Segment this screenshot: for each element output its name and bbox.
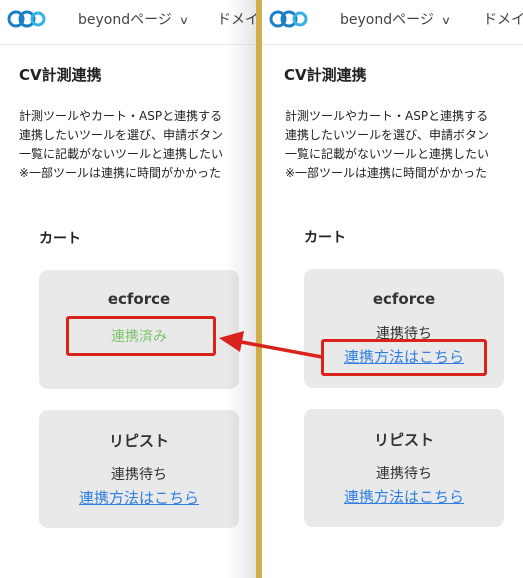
top-navigation-bar: beyondページ ∨ ドメイ	[0, 0, 256, 45]
page-description: 計測ツールやカート・ASPと連携する 連携したいツールを選び、申請ボタン 一覧に…	[19, 107, 223, 183]
domain-menu[interactable]: ドメイ	[483, 9, 523, 29]
page-title: CV計測連携	[19, 66, 102, 84]
beyond-page-menu[interactable]: beyondページ ∨	[78, 9, 190, 29]
description-line: ※一部ツールは連携に時間がかかった	[19, 166, 222, 180]
tool-card-name: リピスト	[108, 432, 169, 450]
highlight-box	[321, 339, 487, 376]
section-title-cart: カート	[304, 230, 346, 246]
page-title: CV計測連携	[284, 66, 367, 84]
description-line: 計測ツールやカート・ASPと連携する	[19, 109, 223, 123]
status-text: 連携待ち	[376, 466, 432, 482]
description-line: ※一部ツールは連携に時間がかかった	[285, 166, 488, 180]
description-line: 連携したいツールを選び、申請ボタン	[19, 128, 224, 142]
top-navigation-bar: beyondページ ∨ ドメイ	[262, 0, 523, 45]
tool-card-repeatist: リピスト 連携待ち 連携方法はこちら	[304, 409, 504, 527]
description-line: 計測ツールやカート・ASPと連携する	[285, 109, 489, 123]
description-line: 一覧に記載がないツールと連携したい	[285, 147, 490, 161]
description-line: 一覧に記載がないツールと連携したい	[19, 147, 224, 161]
infinity-logo-icon[interactable]	[268, 7, 308, 31]
page-description: 計測ツールやカート・ASPと連携する 連携したいツールを選び、申請ボタン 一覧に…	[285, 107, 489, 183]
beyond-page-menu-label: beyondページ	[78, 12, 172, 28]
infinity-logo-icon[interactable]	[6, 7, 46, 31]
tool-card-repeatist: リピスト 連携待ち 連携方法はこちら	[39, 410, 239, 528]
domain-menu-label: ドメイ	[217, 12, 256, 28]
description-line: 連携したいツールを選び、申請ボタン	[285, 128, 490, 142]
left-panel-after: beyondページ ∨ ドメイ CV計測連携 計測ツールやカート・ASPと連携する…	[0, 0, 256, 578]
integration-guide-link[interactable]: 連携方法はこちら	[304, 486, 504, 507]
beyond-page-menu[interactable]: beyondページ ∨	[340, 9, 452, 29]
chevron-down-icon: ∨	[440, 14, 452, 27]
tool-card-name: ecforce	[372, 290, 436, 308]
status-text: 連携待ち	[111, 467, 167, 483]
tool-card-name: ecforce	[107, 290, 171, 308]
highlight-box	[66, 316, 216, 356]
beyond-page-menu-label: beyondページ	[340, 12, 434, 28]
section-title-cart: カート	[39, 231, 81, 247]
domain-menu[interactable]: ドメイ	[217, 9, 256, 29]
tool-card-name: リピスト	[373, 431, 434, 449]
right-panel-before: beyondページ ∨ ドメイ CV計測連携 計測ツールやカート・ASPと連携する…	[262, 0, 523, 578]
integration-guide-link[interactable]: 連携方法はこちら	[39, 487, 239, 508]
domain-menu-label: ドメイ	[483, 12, 523, 28]
chevron-down-icon: ∨	[178, 14, 190, 27]
